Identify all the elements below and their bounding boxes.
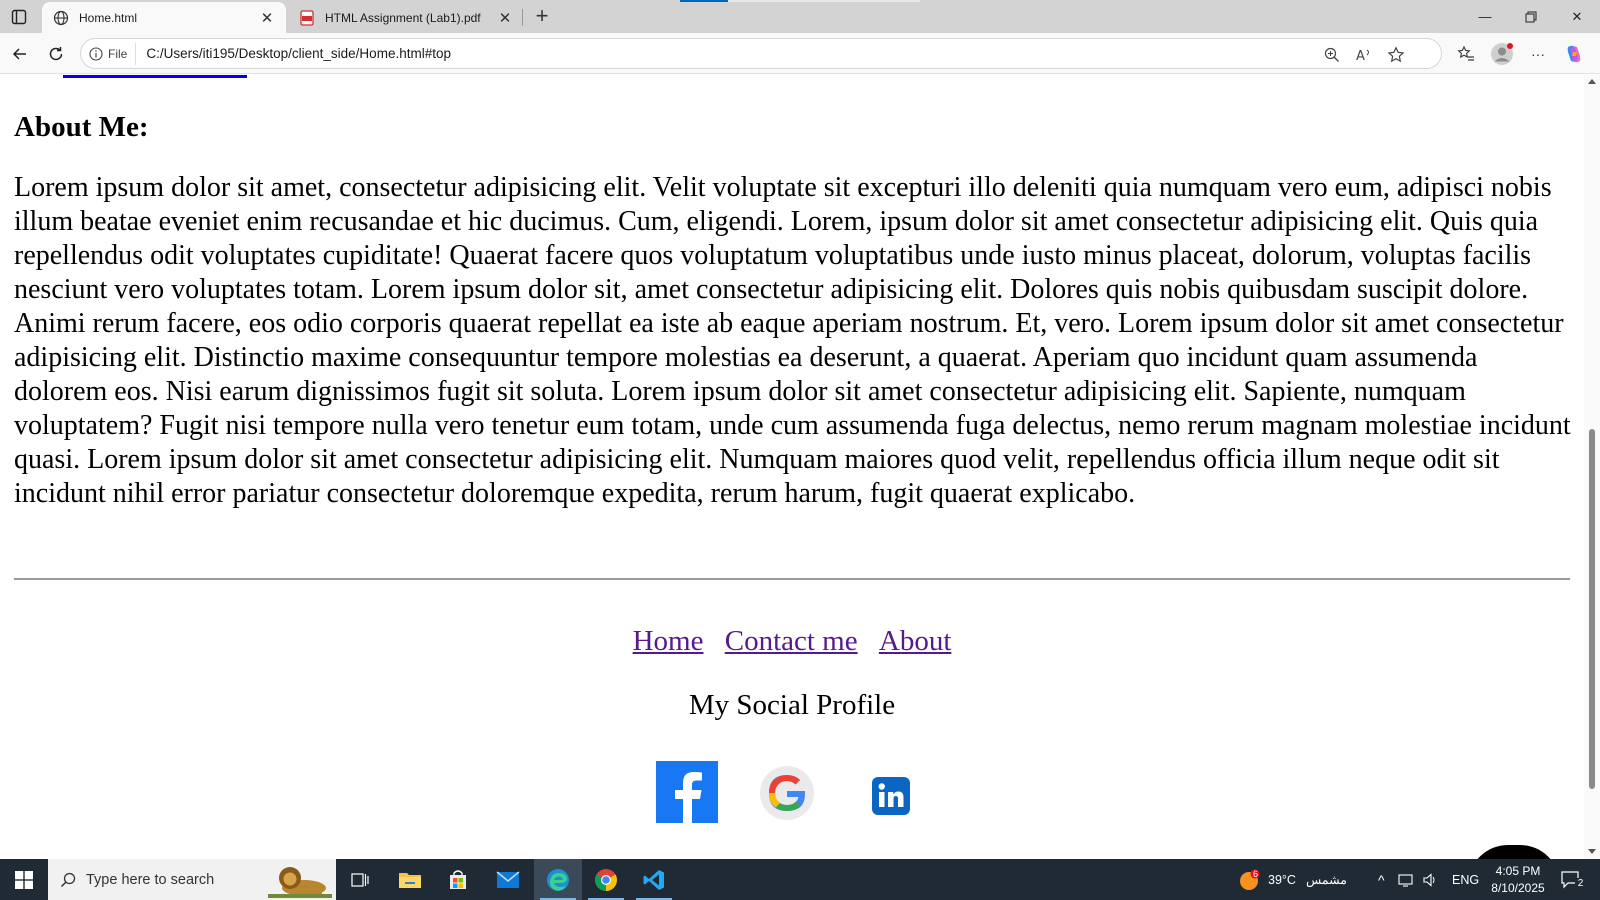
tab-actions-icon[interactable] <box>10 8 28 26</box>
footer-link-contact[interactable]: Contact me <box>725 625 858 657</box>
minimize-icon[interactable]: — <box>1462 0 1508 33</box>
show-hidden-icons-chevron-icon[interactable]: ^ <box>1378 859 1385 900</box>
file-explorer-icon[interactable] <box>386 859 434 900</box>
new-tab-icon[interactable]: + <box>530 5 554 29</box>
tab-title: HTML Assignment (Lab1).pdf <box>325 10 481 25</box>
nav-link-underline <box>63 75 247 78</box>
edge-icon[interactable] <box>534 859 582 900</box>
browser-toolbar: File C:/Users/iti195/Desktop/client_side… <box>0 33 1600 74</box>
restore-icon[interactable] <box>1508 0 1554 33</box>
profile-avatar-icon[interactable] <box>1488 40 1516 68</box>
weather-badge: 6 <box>1253 869 1259 879</box>
footer-nav: Home Contact me About <box>0 625 1584 658</box>
network-icon[interactable] <box>1398 859 1416 900</box>
globe-icon <box>52 9 70 27</box>
tab-progress-strip <box>680 0 728 2</box>
tab-separator <box>522 9 523 26</box>
about-paragraph: Lorem ipsum dolor sit amet, consectetur … <box>14 172 1571 509</box>
tab-pdf[interactable]: HTML Assignment (Lab1).pdf ✕ <box>288 2 524 33</box>
tab-title: Home.html <box>79 10 138 25</box>
footer-link-home[interactable]: Home <box>633 625 704 657</box>
weather-widget[interactable]: 6 39°C مشمس <box>1238 859 1347 900</box>
taskbar-search-box[interactable]: Type here to search <box>48 859 336 900</box>
input-language[interactable]: ENG <box>1452 859 1479 900</box>
read-aloud-icon[interactable]: A <box>1353 44 1375 66</box>
google-icon[interactable] <box>758 763 816 827</box>
more-options-icon[interactable]: ··· <box>1524 40 1552 68</box>
vertical-scrollbar[interactable] <box>1584 75 1600 859</box>
chrome-icon[interactable] <box>582 859 630 900</box>
search-placeholder: Type here to search <box>86 871 215 888</box>
scroll-down-icon[interactable] <box>1588 849 1596 854</box>
site-info-label: File <box>108 46 128 61</box>
windows-start-icon[interactable] <box>0 859 48 900</box>
task-view-icon[interactable] <box>336 859 384 900</box>
close-window-icon[interactable]: ✕ <box>1554 0 1600 33</box>
tab-home[interactable]: Home.html ✕ <box>42 2 286 33</box>
search-icon <box>60 872 76 887</box>
back-icon[interactable] <box>6 40 34 68</box>
windows-taskbar: Type here to search 6 39°C مشمس ^ ENG 4:… <box>0 859 1600 900</box>
volume-icon[interactable] <box>1422 859 1438 900</box>
scroll-up-icon[interactable] <box>1588 79 1596 84</box>
footer-link-about[interactable]: About <box>879 625 952 657</box>
facebook-icon[interactable] <box>656 761 718 825</box>
url-text[interactable]: C:/Users/iti195/Desktop/client_side/Home… <box>146 46 451 61</box>
site-info-button[interactable]: File <box>89 42 137 65</box>
floating-button[interactable] <box>1468 845 1560 859</box>
weather-temperature: 39°C <box>1268 872 1296 887</box>
close-tab-icon[interactable]: ✕ <box>256 7 278 29</box>
mail-icon[interactable] <box>484 859 532 900</box>
social-profile-heading: My Social Profile <box>688 689 896 721</box>
favorite-star-icon[interactable] <box>1385 44 1407 66</box>
page-viewport: About Me: Lorem ipsum dolor sit amet, co… <box>0 75 1584 859</box>
refresh-icon[interactable] <box>42 40 70 68</box>
tab-progress-strip-track <box>728 0 920 2</box>
close-tab-icon[interactable]: ✕ <box>494 7 516 29</box>
clock-time: 4:05 PM <box>1495 864 1541 878</box>
pdf-icon <box>298 9 316 27</box>
copilot-icon[interactable] <box>1560 40 1588 68</box>
clock-date: 8/10/2025 <box>1491 881 1545 895</box>
horizontal-rule <box>14 578 1570 580</box>
notification-count: 2 <box>1575 878 1586 890</box>
address-bar[interactable]: File C:/Users/iti195/Desktop/client_side… <box>80 38 1442 69</box>
favorites-icon[interactable] <box>1452 40 1480 68</box>
svg-text:A: A <box>1356 49 1365 63</box>
scrollbar-thumb[interactable] <box>1589 429 1595 789</box>
weather-description: مشمس <box>1305 873 1347 887</box>
lion-highlight-icon <box>268 867 332 898</box>
vscode-icon[interactable] <box>630 859 678 900</box>
taskbar-clock[interactable]: 4:05 PM 8/10/2025 <box>1482 863 1554 897</box>
linkedin-icon[interactable] <box>872 777 910 841</box>
store-icon[interactable] <box>434 859 482 900</box>
zoom-icon[interactable] <box>1321 44 1343 66</box>
notification-center-icon[interactable]: 2 <box>1560 859 1586 900</box>
browser-tab-strip: Home.html ✕ HTML Assignment (Lab1).pdf ✕… <box>0 0 1600 33</box>
about-heading: About Me: <box>14 111 149 143</box>
info-icon <box>89 46 103 61</box>
